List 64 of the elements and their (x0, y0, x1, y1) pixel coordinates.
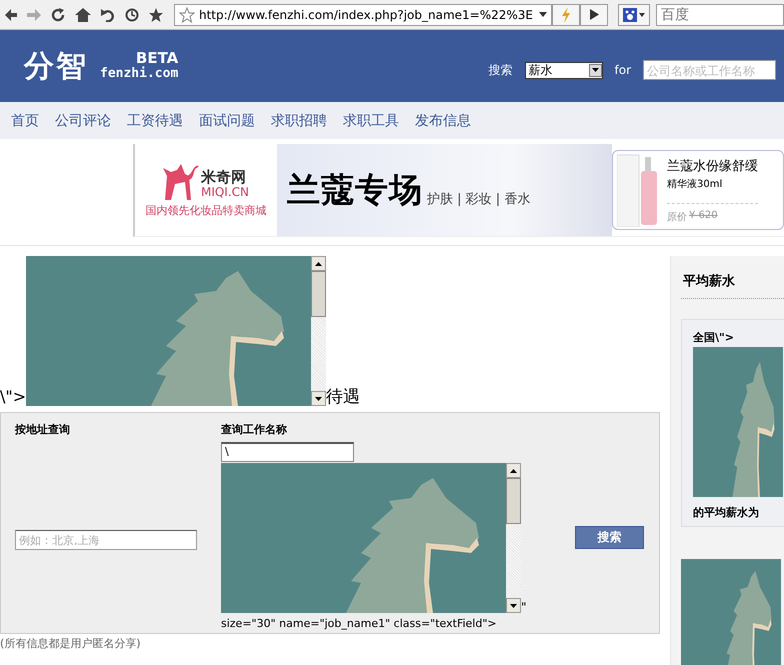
promo-categories: 护肤 | 彩妆 | 香水 (427, 191, 530, 208)
up-arrow-icon (510, 468, 517, 472)
play-triangle-icon (590, 9, 598, 20)
search-field[interactable]: 百度 (656, 4, 784, 26)
search-label: 搜索 (488, 62, 512, 78)
site-logo[interactable]: 分智 (24, 46, 88, 86)
original-price: ¥ 620 (689, 210, 718, 222)
address-label: 按地址查询 (15, 422, 71, 437)
sidebar-title: 平均薪水 (681, 266, 784, 299)
brand-domain: MIQI.CN (200, 185, 250, 200)
job-name-field[interactable]: \ (221, 442, 354, 462)
dropdown-caret-icon (639, 12, 645, 16)
product-name: 兰蔻水份缘舒缓 (667, 158, 758, 174)
search-engine-button[interactable] (618, 4, 650, 26)
price-label: 原价 (667, 210, 687, 224)
injected-text: \"> (0, 388, 26, 406)
down-arrow-icon (315, 396, 322, 400)
nav-link[interactable]: 公司评论 (55, 112, 111, 130)
nav-link[interactable]: 求职招聘 (271, 112, 327, 130)
cat-logo-icon (162, 162, 199, 200)
up-arrow-icon (315, 262, 322, 266)
reload-icon[interactable] (51, 8, 65, 22)
scroll-up-button[interactable] (311, 256, 326, 271)
nav-link[interactable]: 面试问题 (199, 112, 255, 130)
down-arrow-icon (510, 604, 517, 608)
home-icon[interactable] (75, 8, 91, 22)
for-label: for (614, 63, 631, 77)
injected-quote: " (521, 601, 527, 613)
region-label: 全国\"> (693, 330, 735, 345)
site-domain: fenzhi.com (100, 66, 178, 81)
footer-note: (所有信息都是用户匿名分享) (0, 636, 142, 651)
undo-icon[interactable] (101, 8, 115, 22)
paw-icon (623, 8, 637, 22)
salary-caption: 的平均薪水为 (693, 505, 760, 520)
salary-label: 待遇 (326, 388, 360, 406)
job-name-label: 查询工作名称 (221, 422, 288, 437)
nav-link[interactable]: 求职工具 (343, 112, 399, 130)
nav-link[interactable]: 发布信息 (415, 112, 471, 130)
scroll-down-button[interactable] (506, 598, 521, 613)
history-clock-icon[interactable] (125, 8, 139, 22)
dropdown-caret-icon (539, 12, 547, 17)
scrollbar[interactable] (506, 463, 521, 613)
brand-tagline: 国内领先化妆品特卖商城 (146, 203, 266, 218)
go-button[interactable] (580, 4, 608, 26)
lightning-icon (561, 6, 571, 22)
injected-text: size="30" name="job_name1" class="textField"> (221, 617, 498, 630)
scroll-up-button[interactable] (506, 463, 521, 478)
nav-link[interactable]: 工资待遇 (127, 112, 183, 130)
scroll-thumb[interactable] (506, 478, 521, 524)
search-type-select[interactable]: 薪水 (524, 62, 602, 78)
back-arrow-icon[interactable] (5, 8, 17, 20)
brand-name: 米奇网 (200, 170, 247, 185)
product-detail: 精华液30ml (667, 178, 724, 190)
scrollbar[interactable] (311, 256, 326, 406)
scroll-down-button[interactable] (311, 391, 326, 406)
search-button[interactable]: 搜索 (575, 526, 644, 549)
promo-headline: 兰蔻专场 (287, 168, 423, 210)
star-icon[interactable] (149, 8, 163, 22)
dropdown-caret-icon (592, 68, 598, 72)
bookmark-star-icon (179, 6, 195, 22)
beta-label: BETA (136, 51, 178, 66)
scroll-thumb[interactable] (311, 271, 326, 317)
nav-link[interactable]: 首页 (11, 112, 39, 130)
address-bar[interactable]: http://www.fenzhi.com/index.php?job_name1=%22%3E (174, 4, 552, 26)
